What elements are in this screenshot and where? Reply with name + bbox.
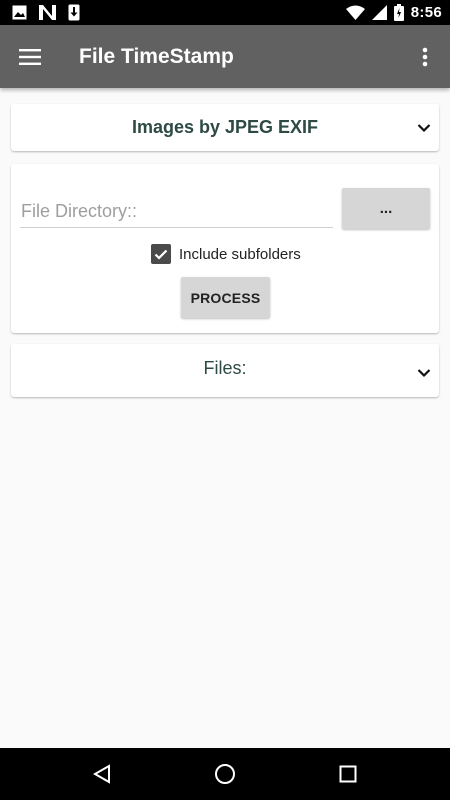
chevron-down-icon: [417, 124, 431, 133]
overflow-menu-button[interactable]: [400, 25, 450, 88]
process-button[interactable]: PROCESS: [181, 277, 270, 318]
home-button[interactable]: [205, 754, 245, 794]
recents-icon: [339, 765, 357, 783]
home-icon: [214, 764, 235, 784]
include-subfolders-checkbox[interactable]: [151, 244, 171, 264]
mode-dropdown-value: Images by JPEG EXIF: [131, 117, 319, 137]
status-right-icons: 8:56: [345, 4, 442, 21]
mode-dropdown[interactable]: Images by JPEG EXIF: [11, 104, 439, 151]
main-content: Images by JPEG EXIF ... Include subfolde…: [0, 88, 450, 748]
include-subfolders-label: Include subfolders: [179, 245, 301, 263]
back-button[interactable]: [82, 754, 122, 794]
chevron-down-icon: [417, 369, 431, 378]
app-title: File TimeStamp: [79, 44, 234, 68]
files-label: Files:: [203, 357, 247, 378]
menu-button[interactable]: [0, 25, 60, 88]
signal-icon: [371, 5, 387, 20]
files-dropdown[interactable]: Files:: [11, 344, 439, 397]
back-icon: [92, 764, 110, 784]
file-directory-input[interactable]: [20, 196, 333, 228]
image-icon: [12, 5, 27, 20]
system-nav-bar: [0, 748, 450, 800]
status-time: 8:56: [410, 4, 442, 21]
directory-card: ... Include subfolders PROCESS: [11, 164, 439, 333]
status-bar: 8:56: [0, 0, 450, 25]
wifi-icon: [345, 5, 365, 20]
checkmark-icon: [154, 249, 168, 260]
hamburger-menu-icon: [19, 48, 41, 65]
include-subfolders-option[interactable]: Include subfolders: [151, 243, 301, 265]
browse-button[interactable]: ...: [342, 188, 430, 229]
app-bar: File TimeStamp: [0, 25, 450, 88]
battery-icon: [393, 4, 404, 21]
recents-button[interactable]: [328, 754, 368, 794]
download-icon: [68, 4, 80, 21]
more-vert-icon: [422, 47, 428, 66]
n-icon: [39, 5, 56, 20]
status-left-icons: [12, 4, 80, 21]
